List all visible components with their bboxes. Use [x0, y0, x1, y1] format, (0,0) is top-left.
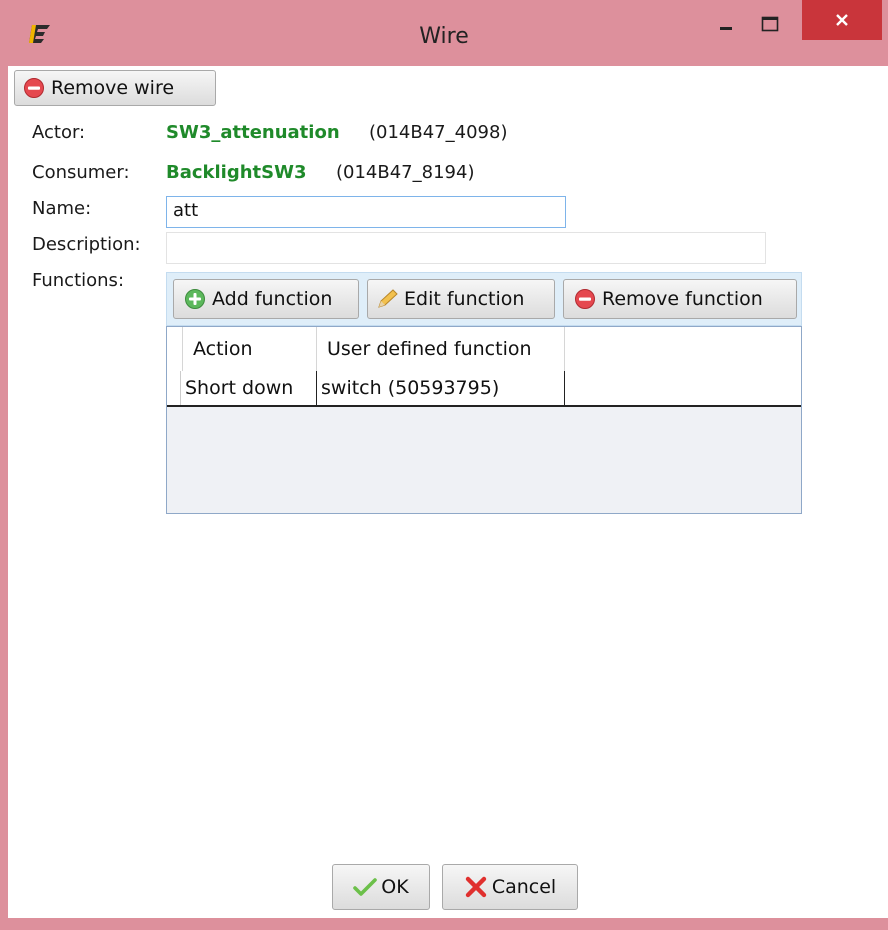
table-header: Action User defined function — [167, 327, 801, 372]
cancel-x-icon — [465, 876, 487, 898]
remove-icon — [575, 289, 595, 309]
add-icon — [185, 289, 205, 309]
row-header-corner — [167, 327, 183, 371]
minimize-button[interactable] — [704, 0, 748, 48]
consumer-id: (014B47_8194) — [336, 162, 475, 183]
remove-wire-button[interactable]: Remove wire — [14, 70, 216, 106]
wire-dialog-window: Wire Remove wire Actor: SW3_attenuation … — [0, 0, 888, 930]
description-input[interactable] — [166, 232, 766, 264]
row-selector[interactable] — [167, 371, 181, 405]
edit-function-label: Edit function — [404, 288, 525, 310]
remove-function-button[interactable]: Remove function — [563, 279, 797, 319]
functions-toolbar: Add function Edit function Remove functi… — [166, 272, 802, 326]
checkmark-icon — [353, 878, 378, 896]
column-header-action[interactable]: Action — [183, 327, 317, 371]
consumer-label: Consumer: — [32, 162, 130, 183]
actor-id: (014B47_4098) — [369, 122, 508, 143]
name-label: Name: — [32, 198, 92, 219]
column-header-user-defined-function[interactable]: User defined function — [317, 327, 565, 371]
remove-wire-label: Remove wire — [51, 77, 175, 99]
edit-function-button[interactable]: Edit function — [367, 279, 555, 319]
close-icon — [836, 14, 848, 26]
close-button[interactable] — [802, 0, 882, 40]
consumer-name: BacklightSW3 — [166, 162, 307, 183]
remove-icon — [24, 78, 44, 98]
cancel-button[interactable]: Cancel — [442, 864, 578, 910]
actor-name: SW3_attenuation — [166, 122, 340, 143]
maximize-icon — [761, 16, 779, 32]
remove-function-label: Remove function — [602, 288, 763, 310]
minimize-icon — [720, 27, 732, 30]
add-function-button[interactable]: Add function — [173, 279, 359, 319]
description-label: Description: — [32, 234, 141, 255]
table-row[interactable]: Short down switch (50593795) — [167, 371, 801, 407]
row-cell-function[interactable]: switch (50593795) — [317, 371, 565, 405]
ok-label: OK — [381, 876, 409, 898]
maximize-button[interactable] — [748, 0, 792, 48]
ok-button[interactable]: OK — [332, 864, 430, 910]
cancel-label: Cancel — [491, 876, 557, 898]
dialog-content: Remove wire Actor: SW3_attenuation (014B… — [8, 66, 888, 918]
actor-label: Actor: — [32, 122, 86, 143]
pencil-icon — [378, 289, 398, 308]
add-function-label: Add function — [212, 288, 333, 310]
row-cell-action[interactable]: Short down — [181, 371, 317, 405]
functions-label: Functions: — [32, 270, 125, 291]
functions-table: Action User defined function Short down … — [166, 326, 802, 514]
name-input[interactable]: att — [166, 196, 566, 228]
title-bar[interactable]: Wire — [0, 0, 888, 66]
